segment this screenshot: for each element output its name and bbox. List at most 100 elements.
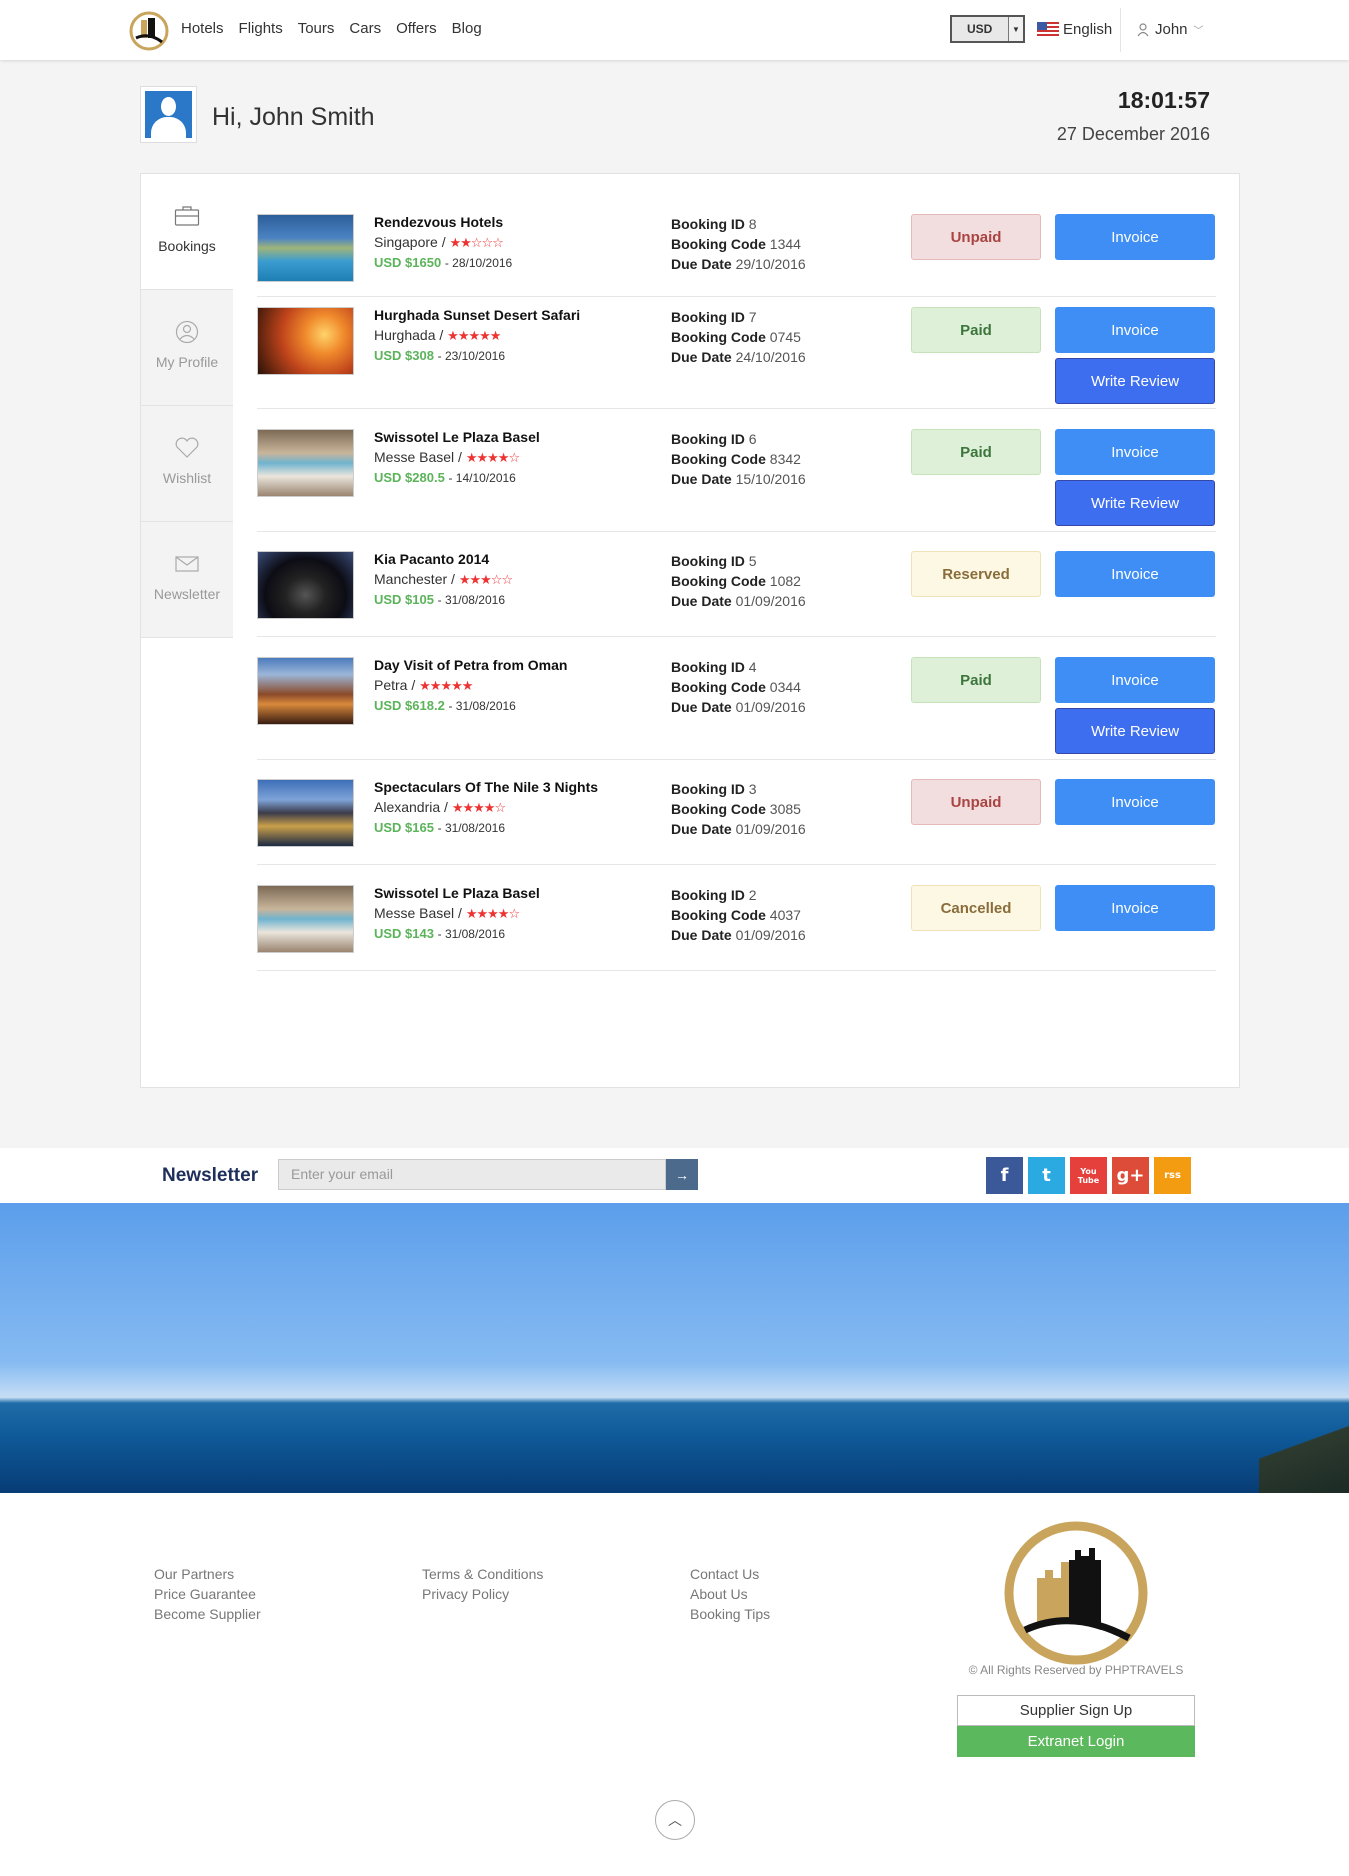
booking-thumbnail[interactable] (257, 885, 354, 953)
sidebar-label: My Profile (155, 354, 219, 370)
social-links: f t You Tube g+ rss (986, 1157, 1191, 1194)
booking-thumbnail[interactable] (257, 214, 354, 282)
booking-thumbnail[interactable] (257, 779, 354, 847)
ocean-banner-image (0, 1203, 1349, 1493)
invoice-button[interactable]: Invoice (1055, 307, 1215, 353)
currency-value: USD (967, 22, 993, 36)
booking-title[interactable]: Kia Pacanto 2014 (374, 551, 489, 567)
booking-location: Alexandria / ★★★★☆ (374, 799, 506, 815)
booking-title[interactable]: Swissotel Le Plaza Basel (374, 885, 540, 901)
booking-info: Booking ID 5 Booking Code 1082 Due Date … (671, 553, 806, 609)
status-badge: Paid (911, 307, 1041, 353)
footer-link[interactable]: Price Guarantee (154, 1584, 261, 1604)
dropdown-arrow-icon: ▼ (1008, 17, 1023, 41)
envelope-icon (175, 556, 199, 572)
language-label: English (1063, 21, 1113, 38)
rating-stars-icon: ★★★★☆ (465, 450, 520, 465)
booking-info: Booking ID 4 Booking Code 0344 Due Date … (671, 659, 806, 715)
booking-thumbnail[interactable] (257, 657, 354, 725)
currency-select[interactable]: USD ▼ (950, 15, 1025, 43)
footer-link[interactable]: Privacy Policy (422, 1584, 543, 1604)
rating-stars-icon: ★★☆☆☆ (449, 235, 504, 250)
newsletter-label: Newsletter (162, 1165, 259, 1186)
footer-link[interactable]: Booking Tips (690, 1604, 770, 1624)
write-review-button[interactable]: Write Review (1055, 358, 1215, 404)
booking-price: USD $308 - 23/10/2016 (374, 348, 505, 363)
sidebar-item-newsletter[interactable]: Newsletter (141, 522, 233, 638)
sidebar-item-bookings[interactable]: Bookings (141, 174, 233, 290)
status-badge: Paid (911, 657, 1041, 703)
booking-info: Booking ID 7 Booking Code 0745 Due Date … (671, 309, 806, 365)
account-sidebar: Bookings My Profile Wishlist Newsletter (141, 174, 233, 638)
google-plus-icon[interactable]: g+ (1112, 1157, 1149, 1194)
booking-row: Day Visit of Petra from Oman Petra / ★★★… (257, 657, 1216, 760)
briefcase-icon (174, 206, 200, 226)
footer-link[interactable]: Terms & Conditions (422, 1564, 543, 1584)
booking-price: USD $1650 - 28/10/2016 (374, 255, 513, 270)
booking-row: Swissotel Le Plaza Basel Messe Basel / ★… (257, 429, 1216, 532)
invoice-button[interactable]: Invoice (1055, 214, 1215, 260)
twitter-icon[interactable]: t (1028, 1157, 1065, 1194)
write-review-button[interactable]: Write Review (1055, 480, 1215, 526)
footer-link[interactable]: Our Partners (154, 1564, 261, 1584)
newsletter-bar: Newsletter Enter your email → f t You Tu… (0, 1148, 1349, 1203)
invoice-button[interactable]: Invoice (1055, 551, 1215, 597)
nav-offers[interactable]: Offers (396, 20, 437, 37)
booking-row: Spectaculars Of The Nile 3 Nights Alexan… (257, 779, 1216, 865)
nav-flights[interactable]: Flights (239, 20, 283, 37)
booking-price: USD $165 - 31/08/2016 (374, 820, 505, 835)
copyright-text: © All Rights Reserved by PHPTRAVELS (968, 1663, 1184, 1677)
booking-location: Petra / ★★★★★ (374, 677, 473, 693)
main-nav: Hotels Flights Tours Cars Offers Blog (181, 20, 497, 37)
booking-info: Booking ID 3 Booking Code 3085 Due Date … (671, 781, 806, 837)
footer-column-3: Contact Us About Us Booking Tips (690, 1564, 770, 1624)
footer-link[interactable]: Contact Us (690, 1564, 770, 1584)
clock-time: 18:01:57 (1117, 87, 1210, 113)
booking-thumbnail[interactable] (257, 551, 354, 619)
invoice-button[interactable]: Invoice (1055, 885, 1215, 931)
booking-thumbnail[interactable] (257, 429, 354, 497)
booking-location: Manchester / ★★★☆☆ (374, 571, 513, 587)
invoice-button[interactable]: Invoice (1055, 429, 1215, 475)
clock-date: 27 December 2016 (1056, 124, 1210, 144)
user-menu[interactable]: John ﹀ (1137, 21, 1204, 38)
booking-row: Hurghada Sunset Desert Safari Hurghada /… (257, 307, 1216, 409)
booking-location: Messe Basel / ★★★★☆ (374, 449, 520, 465)
sidebar-item-my-profile[interactable]: My Profile (141, 290, 233, 406)
booking-location: Singapore / ★★☆☆☆ (374, 234, 504, 250)
footer-link[interactable]: About Us (690, 1584, 770, 1604)
booking-title[interactable]: Spectaculars Of The Nile 3 Nights (374, 779, 598, 795)
newsletter-submit-button[interactable]: → (666, 1159, 698, 1190)
sidebar-item-wishlist[interactable]: Wishlist (141, 406, 233, 522)
cliff-shape (1259, 1413, 1349, 1493)
booking-title[interactable]: Swissotel Le Plaza Basel (374, 429, 540, 445)
nav-hotels[interactable]: Hotels (181, 20, 224, 37)
invoice-button[interactable]: Invoice (1055, 657, 1215, 703)
booking-row: Kia Pacanto 2014 Manchester / ★★★☆☆ USD … (257, 551, 1216, 637)
booking-title[interactable]: Day Visit of Petra from Oman (374, 657, 567, 673)
newsletter-email-input[interactable]: Enter your email (278, 1159, 666, 1190)
rating-stars-icon: ★★★★★ (419, 678, 473, 693)
invoice-button[interactable]: Invoice (1055, 779, 1215, 825)
nav-cars[interactable]: Cars (349, 20, 381, 37)
nav-blog[interactable]: Blog (452, 20, 482, 37)
language-selector[interactable]: English (1037, 21, 1112, 38)
scroll-to-top-button[interactable]: ︿ (655, 1800, 695, 1840)
footer-link[interactable]: Become Supplier (154, 1604, 261, 1624)
write-review-button[interactable]: Write Review (1055, 708, 1215, 754)
site-logo-icon[interactable] (128, 10, 170, 52)
supplier-signup-button[interactable]: Supplier Sign Up (957, 1695, 1195, 1726)
account-panel: Bookings My Profile Wishlist Newsletter (140, 173, 1240, 1088)
youtube-icon[interactable]: You Tube (1070, 1157, 1107, 1194)
rss-icon[interactable]: rss (1154, 1157, 1191, 1194)
extranet-login-button[interactable]: Extranet Login (957, 1726, 1195, 1757)
heart-icon (175, 437, 199, 458)
facebook-icon[interactable]: f (986, 1157, 1023, 1194)
booking-thumbnail[interactable] (257, 307, 354, 375)
booking-title[interactable]: Rendezvous Hotels (374, 214, 503, 230)
us-flag-icon (1037, 22, 1059, 37)
status-badge: Unpaid (911, 214, 1041, 260)
user-icon (1137, 22, 1149, 36)
nav-tours[interactable]: Tours (298, 20, 335, 37)
booking-title[interactable]: Hurghada Sunset Desert Safari (374, 307, 580, 323)
